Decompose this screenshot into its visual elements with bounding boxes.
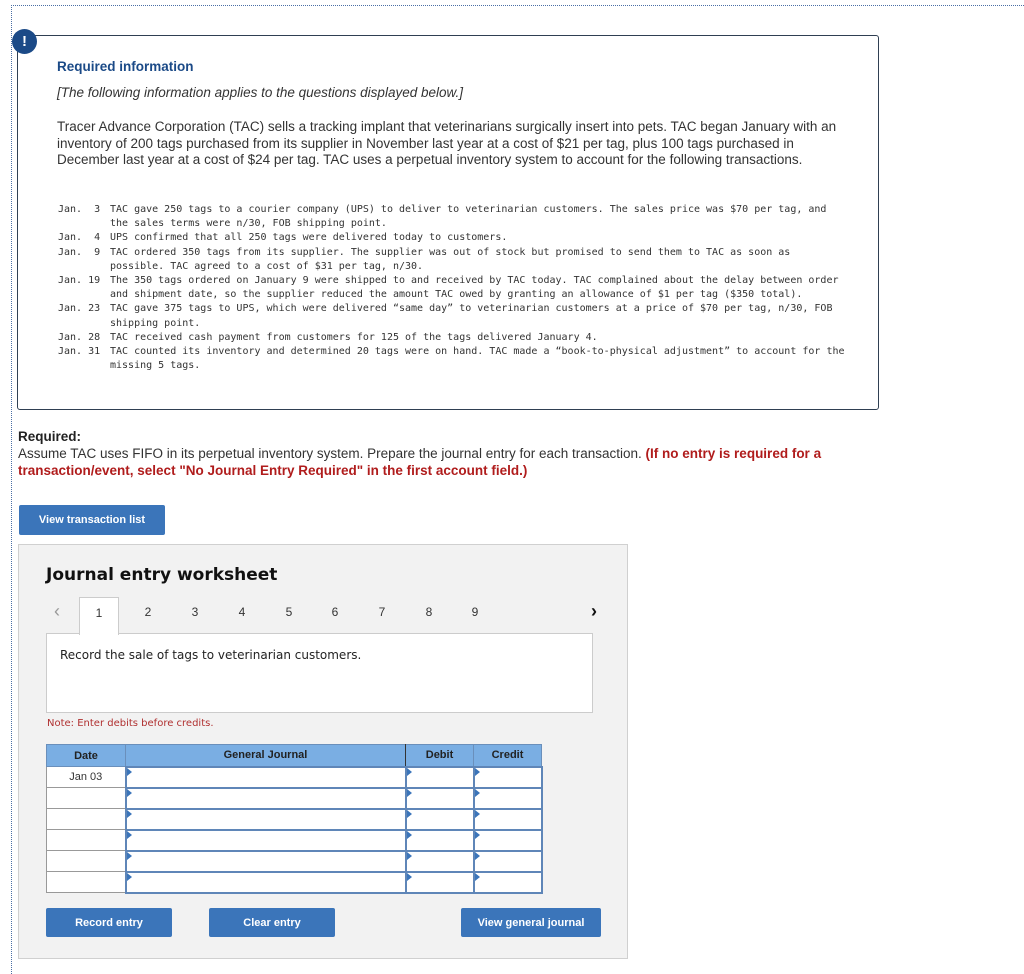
- column-header-date: Date: [46, 744, 126, 767]
- column-header-general-journal: General Journal: [125, 744, 406, 767]
- date-cell: [46, 850, 126, 872]
- transaction-item: Jan. 9 TAC ordered 350 tags from its sup…: [58, 246, 848, 274]
- transaction-item: Jan. 28 TAC received cash payment from c…: [58, 331, 848, 345]
- column-header-debit: Debit: [405, 744, 474, 767]
- transaction-date: Jan. 19: [58, 275, 101, 287]
- account-field[interactable]: [124, 870, 407, 894]
- worksheet-title: Journal entry worksheet: [46, 565, 278, 585]
- transaction-date: Jan. 3: [58, 204, 101, 215]
- credit-field[interactable]: [472, 870, 543, 894]
- required-instructions: Assume TAC uses FIFO in its perpetual in…: [18, 446, 878, 479]
- tab-7[interactable]: 7: [362, 597, 402, 635]
- transaction-text: TAC received cash payment from customers…: [110, 331, 598, 343]
- credit-field[interactable]: [472, 849, 543, 873]
- tab-5[interactable]: 5: [269, 597, 309, 635]
- chevron-right-icon[interactable]: ›: [584, 597, 604, 633]
- credit-field[interactable]: [472, 807, 543, 831]
- transaction-text: TAC ordered 350 tags from its supplier. …: [110, 246, 791, 272]
- date-cell: [46, 787, 126, 809]
- transaction-item: Jan. 3 TAC gave 250 tags to a courier co…: [58, 203, 848, 231]
- transaction-date: Jan. 31: [58, 346, 101, 358]
- account-field[interactable]: [124, 807, 407, 831]
- view-transaction-list-button[interactable]: View transaction list: [19, 505, 165, 535]
- transaction-text: The 350 tags ordered on January 9 were s…: [110, 275, 839, 301]
- worksheet-tabs: ‹ 1 2 3 4 5 6 7 8 9 ›: [19, 597, 629, 635]
- debit-field[interactable]: [404, 870, 475, 894]
- transaction-item: Jan. 19 The 350 tags ordered on January …: [58, 274, 848, 302]
- column-header-credit: Credit: [473, 744, 542, 767]
- debit-field[interactable]: [404, 828, 475, 852]
- transaction-list: Jan. 3 TAC gave 250 tags to a courier co…: [58, 203, 848, 373]
- tab-4[interactable]: 4: [222, 597, 262, 635]
- transaction-date: Jan. 9: [58, 246, 101, 258]
- date-cell: [46, 871, 126, 893]
- journal-row: [46, 870, 543, 894]
- debit-field[interactable]: [404, 765, 475, 789]
- transaction-text: TAC counted its inventory and determined…: [110, 346, 845, 372]
- journal-header-row: Date General Journal Debit Credit: [46, 744, 542, 767]
- record-entry-button[interactable]: Record entry: [46, 908, 172, 937]
- transaction-date: Jan. 23: [58, 303, 101, 315]
- debit-field[interactable]: [404, 849, 475, 873]
- tab-6[interactable]: 6: [315, 597, 355, 635]
- journal-row: [46, 786, 543, 810]
- info-title: Required information: [57, 59, 194, 74]
- tab-1[interactable]: 1: [79, 597, 119, 635]
- debit-field[interactable]: [404, 807, 475, 831]
- tab-9[interactable]: 9: [455, 597, 495, 635]
- credit-field[interactable]: [472, 765, 543, 789]
- prompt-box: Record the sale of tags to veterinarian …: [46, 633, 593, 713]
- alert-icon: !: [12, 29, 37, 54]
- transaction-date: Jan. 28: [58, 331, 101, 343]
- clear-entry-button[interactable]: Clear entry: [209, 908, 335, 937]
- journal-row: [46, 849, 543, 873]
- transaction-item: Jan. 4 UPS confirmed that all 250 tags w…: [58, 231, 848, 245]
- date-cell: [46, 829, 126, 851]
- transaction-date: Jan. 4: [58, 232, 101, 244]
- chevron-left-icon[interactable]: ‹: [47, 597, 67, 633]
- journal-row: [46, 828, 543, 852]
- transaction-text: UPS confirmed that all 250 tags were del…: [110, 232, 508, 244]
- info-intro: Tracer Advance Corporation (TAC) sells a…: [57, 119, 837, 167]
- transaction-item: Jan. 23 TAC gave 375 tags to UPS, which …: [58, 302, 848, 330]
- required-label: Required:: [18, 429, 82, 444]
- view-general-journal-button[interactable]: View general journal: [461, 908, 601, 937]
- note-text: Note: Enter debits before credits.: [47, 718, 214, 729]
- journal-row: [46, 807, 543, 831]
- credit-field[interactable]: [472, 828, 543, 852]
- tab-3[interactable]: 3: [175, 597, 215, 635]
- transaction-item: Jan. 31 TAC counted its inventory and de…: [58, 345, 848, 373]
- date-cell: [46, 808, 126, 830]
- journal-table: Date General Journal Debit Credit Jan 03: [46, 744, 543, 894]
- date-cell: Jan 03: [46, 766, 126, 788]
- prompt-text: Record the sale of tags to veterinarian …: [60, 648, 362, 662]
- tab-8[interactable]: 8: [409, 597, 449, 635]
- account-field[interactable]: [124, 849, 407, 873]
- transaction-text: TAC gave 250 tags to a courier company (…: [110, 204, 827, 230]
- required-text: Assume TAC uses FIFO in its perpetual in…: [18, 446, 642, 461]
- journal-row: Jan 03: [46, 765, 543, 789]
- account-field[interactable]: [124, 828, 407, 852]
- credit-field[interactable]: [472, 786, 543, 810]
- info-subtitle: [The following information applies to th…: [57, 85, 463, 100]
- transaction-text: TAC gave 375 tags to UPS, which were del…: [110, 303, 833, 329]
- account-field[interactable]: [124, 786, 407, 810]
- journal-entry-worksheet: Journal entry worksheet ‹ 1 2 3 4 5 6 7 …: [18, 544, 628, 959]
- debit-field[interactable]: [404, 786, 475, 810]
- account-field[interactable]: [124, 765, 407, 789]
- tab-2[interactable]: 2: [128, 597, 168, 635]
